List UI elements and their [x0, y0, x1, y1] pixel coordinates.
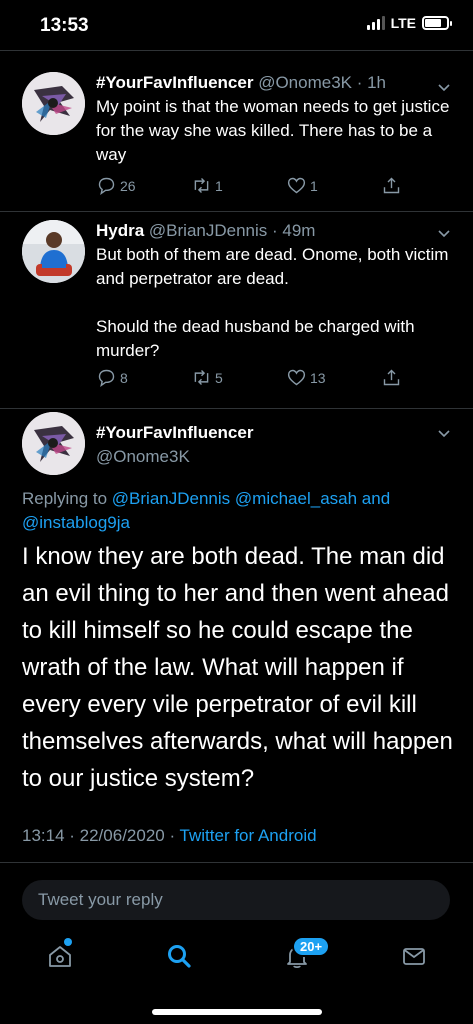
mention-joiner[interactable]: and: [362, 489, 390, 508]
tweet[interactable]: #YourFavInfluencer @Onome3K · 1h My poin…: [0, 50, 473, 212]
status-time: 13:53: [40, 15, 89, 36]
chevron-down-icon[interactable]: [437, 428, 451, 438]
reply-icon: [98, 177, 115, 195]
author-handle[interactable]: @BrianJDennis · 49m: [149, 221, 316, 240]
home-indicator: [152, 1009, 322, 1015]
tweet-content: #YourFavInfluencer @Onome3K · 1h My poin…: [96, 72, 453, 167]
network-type: LTE: [390, 15, 416, 31]
divider: [0, 862, 473, 863]
heart-icon: [287, 177, 306, 194]
author-handle[interactable]: @Onome3K: [96, 447, 190, 467]
retweet-icon: [194, 370, 209, 385]
author-name[interactable]: #YourFavInfluencer: [96, 73, 253, 92]
replying-to: Replying to @BrianJDennis @michael_asah …: [22, 487, 452, 535]
retweet-button[interactable]: 5: [191, 367, 235, 388]
tab-messages[interactable]: [400, 942, 428, 970]
author-name[interactable]: Hydra: [96, 221, 144, 240]
like-count: 1: [310, 177, 318, 194]
chevron-down-icon[interactable]: [437, 228, 451, 238]
tweet-paragraph: My point is that the woman needs to get …: [96, 97, 450, 164]
heart-icon: [287, 369, 306, 386]
reply-button[interactable]: 26: [96, 175, 140, 196]
client-link[interactable]: Twitter for Android: [180, 826, 317, 845]
share-icon: [383, 177, 400, 194]
tab-home[interactable]: [46, 942, 74, 970]
tweet-header: #YourFavInfluencer @Onome3K · 1h: [96, 72, 453, 94]
tweet-header: Hydra @BrianJDennis · 49m: [96, 220, 453, 242]
like-count: 13: [310, 369, 326, 386]
author-handle[interactable]: @Onome3K · 1h: [258, 73, 386, 92]
tab-search[interactable]: [165, 942, 193, 970]
notifications-badge: 20+: [292, 936, 331, 957]
divider: [0, 408, 473, 409]
tweet-paragraph: Should the dead husband be charged with …: [96, 317, 415, 360]
reply-count: 26: [120, 177, 136, 194]
tweet-content: Hydra @BrianJDennis · 49m But both of th…: [96, 220, 453, 363]
replying-prefix: Replying to: [22, 489, 108, 508]
status-indicators: LTE: [366, 15, 452, 31]
reply-count: 8: [120, 369, 128, 386]
reply-icon: [98, 369, 115, 387]
tweet-text: I know they are both dead. The man did a…: [22, 543, 453, 792]
signal-icon: [366, 16, 385, 30]
mention-link[interactable]: @BrianJDennis: [112, 489, 230, 508]
share-button[interactable]: [381, 367, 405, 388]
like-button[interactable]: 13: [286, 367, 330, 388]
share-button[interactable]: [381, 175, 405, 196]
retweet-count: 1: [215, 177, 223, 194]
tweet-meta: 13:14 · 22/06/2020 · Twitter for Android: [22, 826, 317, 846]
battery-icon: [422, 16, 452, 30]
reply-placeholder: Tweet your reply: [38, 890, 163, 909]
search-icon: [168, 945, 191, 968]
retweet-button[interactable]: 1: [191, 175, 235, 196]
retweet-icon: [194, 178, 209, 193]
tweet-text: My point is that the woman needs to get …: [96, 95, 453, 167]
avatar[interactable]: [22, 220, 85, 283]
avatar[interactable]: [22, 72, 85, 135]
chevron-down-icon[interactable]: [437, 82, 451, 92]
tweet-paragraph: But both of them are dead. Onome, both v…: [96, 245, 449, 288]
timestamp: 13:14 · 22/06/2020 ·: [22, 826, 176, 845]
tweet-text: But both of them are dead. Onome, both v…: [96, 243, 453, 363]
reply-input[interactable]: Tweet your reply: [22, 880, 450, 920]
tweet-actions: 26 1 1: [96, 175, 405, 196]
home-icon: [49, 946, 71, 967]
home-new-dot: [64, 938, 72, 946]
avatar[interactable]: [22, 412, 85, 475]
mention-link[interactable]: @michael_asah: [235, 489, 357, 508]
status-bar: 13:53 LTE: [0, 0, 473, 50]
messages-icon: [403, 948, 425, 965]
retweet-count: 5: [215, 369, 223, 386]
author-name[interactable]: #YourFavInfluencer: [96, 423, 253, 443]
tweet[interactable]: Hydra @BrianJDennis · 49m But both of th…: [0, 212, 473, 408]
tweet-actions: 8 5 13: [96, 367, 405, 388]
share-icon: [383, 369, 400, 386]
reply-button[interactable]: 8: [96, 367, 140, 388]
mention-link[interactable]: @instablog9ja: [22, 513, 130, 532]
like-button[interactable]: 1: [286, 175, 330, 196]
